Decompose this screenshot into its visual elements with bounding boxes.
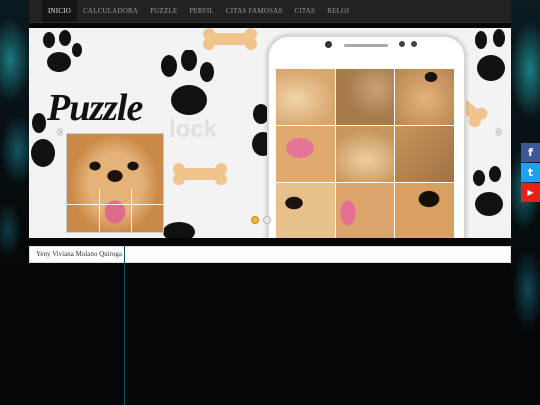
puzzle-tile	[335, 126, 395, 182]
twitter-icon: t	[527, 166, 534, 179]
slider-dot-2[interactable]	[263, 216, 271, 224]
nav-item-citas[interactable]: CITAS	[288, 0, 321, 22]
nav-item-puzzle[interactable]: PUZZLE	[144, 0, 183, 22]
puzzle-tile	[395, 69, 454, 125]
puzzle-tile	[276, 69, 335, 125]
nav-item-reloj[interactable]: RELOJ	[321, 0, 355, 22]
twitter-button[interactable]: t	[521, 163, 540, 182]
caption-bar: Yeny Viviana Molano Quiroga	[29, 246, 511, 263]
content-frame: INICIO CALCULADORA PUZZLE PERFIL CITAS F…	[29, 0, 511, 405]
facebook-button[interactable]: f	[521, 143, 540, 162]
nav-item-perfil[interactable]: PERFIL	[183, 0, 220, 22]
camera-icon	[325, 41, 332, 48]
main-nav: INICIO CALCULADORA PUZZLE PERFIL CITAS F…	[29, 0, 511, 23]
sensor-icon	[399, 41, 405, 47]
phone-mockup	[267, 35, 466, 238]
puzzle-grid	[276, 69, 454, 238]
puppy-photo	[66, 133, 164, 233]
bone-decoration	[173, 163, 227, 180]
sensor-icon	[411, 41, 417, 47]
youtube-icon: ▶	[527, 188, 534, 197]
slider-next-button[interactable]: ›	[496, 124, 502, 140]
slider-prev-button[interactable]: ‹	[57, 124, 63, 140]
author-name: Yeny Viviana Molano Quiroga	[36, 250, 123, 258]
social-share-bar: f t ▶	[521, 143, 540, 203]
slider-dot-1[interactable]	[251, 216, 259, 224]
slider-pagination	[251, 216, 271, 224]
puzzle-tile	[395, 126, 454, 182]
paw-print-icon	[163, 222, 195, 238]
paw-print-icon	[475, 29, 505, 81]
facebook-icon: f	[528, 146, 533, 159]
nav-item-calculadora[interactable]: CALCULADORA	[77, 0, 144, 22]
puzzle-tile	[276, 183, 335, 238]
image-slider[interactable]: lock Puzzle ‹ ›	[29, 28, 511, 238]
slide-subtitle-watermark: lock	[169, 116, 218, 143]
youtube-button[interactable]: ▶	[521, 183, 540, 202]
puzzle-tile	[335, 183, 395, 238]
paw-print-icon	[43, 30, 82, 72]
puzzle-tile	[395, 183, 454, 238]
nav-item-citas-famosas[interactable]: CITAS FAMOSAS	[220, 0, 289, 22]
paw-print-icon	[473, 166, 503, 216]
puzzle-tile	[276, 126, 335, 182]
speaker-grille	[344, 44, 388, 47]
divider-line	[124, 246, 125, 405]
nav-item-inicio[interactable]: INICIO	[42, 0, 77, 22]
puzzle-tile	[335, 69, 395, 125]
bone-decoration	[203, 28, 257, 45]
